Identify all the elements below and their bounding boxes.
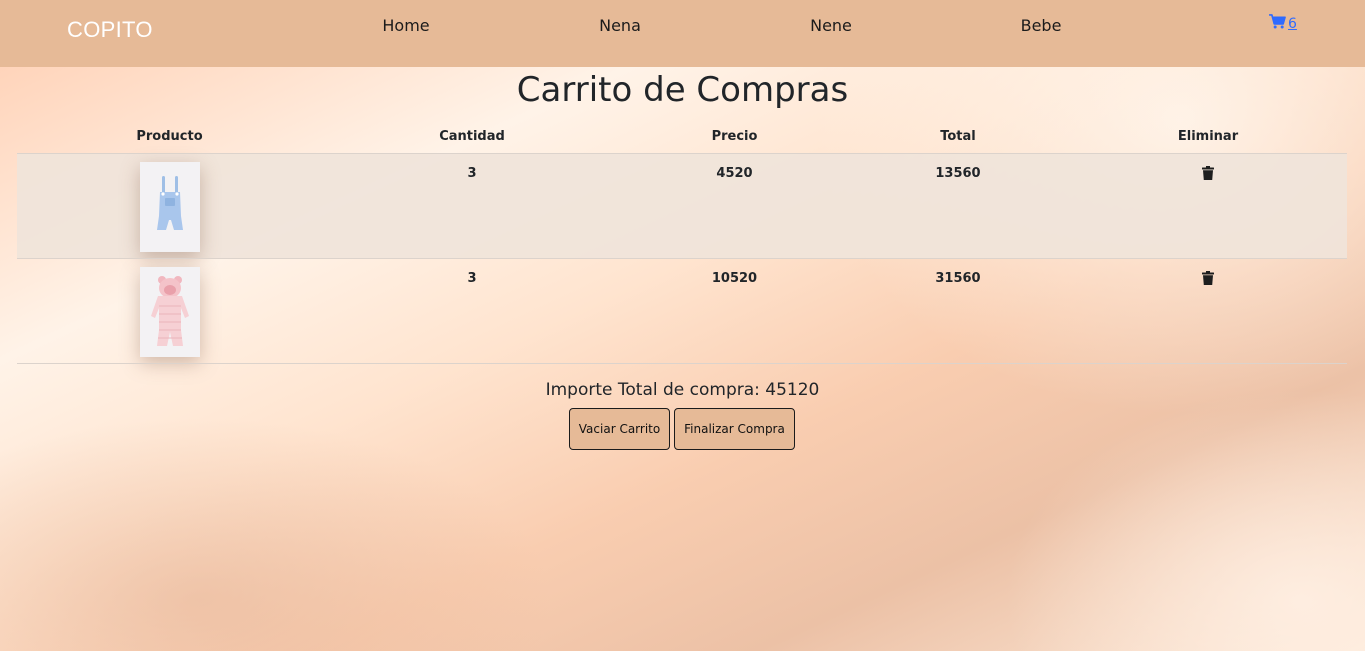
nav-link-bebe[interactable]: Bebe — [1021, 16, 1062, 35]
price-cell: 4520 — [622, 153, 847, 259]
header-precio: Precio — [622, 120, 847, 154]
header-cantidad: Cantidad — [322, 120, 622, 154]
header-total: Total — [847, 120, 1069, 154]
nav-link-nene[interactable]: Nene — [810, 16, 852, 35]
table-row: 3 4520 13560 — [17, 153, 1347, 259]
shopping-cart-icon — [1269, 14, 1286, 33]
header-producto: Producto — [17, 120, 322, 154]
trash-icon[interactable] — [1202, 270, 1214, 289]
delete-cell — [1069, 258, 1347, 364]
product-image-pink-snowsuit — [139, 266, 200, 357]
nav-link-home[interactable]: Home — [382, 16, 429, 35]
product-cell — [17, 153, 322, 259]
product-cell — [17, 258, 322, 364]
empty-cart-button[interactable]: Vaciar Carrito — [569, 408, 670, 450]
header-eliminar: Eliminar — [1069, 120, 1347, 154]
purchase-total: Importe Total de compra: 45120 — [545, 380, 820, 400]
navbar: COPITO Home Nena Nene Bebe 6 — [0, 0, 1365, 67]
nav-link-nena[interactable]: Nena — [599, 16, 641, 35]
product-image-blue-overalls — [139, 161, 200, 252]
cart-table: Producto Cantidad Precio Total Eliminar — [17, 120, 1347, 364]
checkout-button[interactable]: Finalizar Compra — [674, 408, 795, 450]
delete-cell — [1069, 153, 1347, 259]
price-cell: 10520 — [622, 258, 847, 364]
total-cell: 31560 — [847, 258, 1069, 364]
cart-count: 6 — [1288, 15, 1297, 32]
cart-link[interactable]: 6 — [1269, 14, 1297, 33]
table-header-row: Producto Cantidad Precio Total Eliminar — [17, 120, 1347, 154]
table-row: 3 10520 31560 — [17, 258, 1347, 364]
quantity-cell: 3 — [322, 153, 622, 259]
page-title: Carrito de Compras — [516, 70, 849, 110]
brand-logo[interactable]: COPITO — [67, 17, 153, 43]
trash-icon[interactable] — [1202, 165, 1214, 184]
quantity-cell: 3 — [322, 258, 622, 364]
total-cell: 13560 — [847, 153, 1069, 259]
